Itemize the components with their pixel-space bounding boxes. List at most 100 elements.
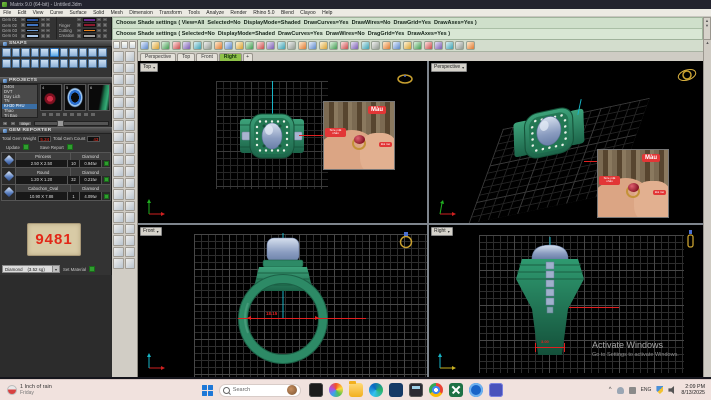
excel-icon[interactable] <box>449 383 463 397</box>
snap-button[interactable] <box>31 59 40 68</box>
menu-solid[interactable]: Solid <box>90 10 108 16</box>
palette-button[interactable] <box>103 18 107 22</box>
palette-row[interactable]: Creation <box>57 33 113 38</box>
update-check-icon[interactable] <box>23 144 29 150</box>
palette-button[interactable] <box>97 29 101 33</box>
toolbar-icon[interactable] <box>161 41 170 50</box>
palette-button[interactable] <box>103 23 107 27</box>
tool-icon[interactable] <box>113 109 124 120</box>
color-swatch[interactable] <box>26 29 39 33</box>
toolbar-icon[interactable] <box>193 41 202 50</box>
map-button[interactable]: Map <box>18 121 32 126</box>
palette-button[interactable] <box>46 29 50 33</box>
menu-rhino[interactable]: Rhino 5.0 <box>250 10 278 16</box>
menu-view[interactable]: View <box>29 10 46 16</box>
tool-icon[interactable] <box>125 51 136 62</box>
thumb-add-button[interactable] <box>62 112 68 117</box>
project-thumbnail[interactable]: 6 <box>88 84 110 111</box>
snap-button[interactable] <box>60 59 69 68</box>
toolbar-icon[interactable] <box>403 41 412 50</box>
snap-button[interactable] <box>69 59 78 68</box>
tool-icon[interactable] <box>113 235 124 246</box>
toolbar-icon[interactable] <box>245 41 254 50</box>
viewport-perspective[interactable]: Màu Size mặt nhẫn Đá mè Perspective▾ <box>429 61 703 223</box>
snap-button[interactable] <box>40 48 49 57</box>
toolbar-icon[interactable] <box>392 41 401 50</box>
command-area[interactable]: Choose Shade settings ( View=All Selecte… <box>112 17 703 40</box>
tool-icon[interactable] <box>125 166 136 177</box>
calculator-icon[interactable] <box>409 383 423 397</box>
clock[interactable]: 2:09 PM 8/13/2025 <box>681 384 705 396</box>
palette-button[interactable] <box>97 34 101 38</box>
palette-button[interactable] <box>46 18 50 22</box>
color-swatch[interactable] <box>83 29 96 33</box>
snap-button[interactable] <box>88 48 97 57</box>
tool-icon[interactable] <box>125 212 136 223</box>
palette-button[interactable] <box>46 23 50 27</box>
set-material-button[interactable]: Set Material <box>63 267 86 272</box>
palette-button[interactable] <box>103 34 107 38</box>
toolbar-icon[interactable] <box>455 41 464 50</box>
copilot-icon[interactable] <box>329 383 343 397</box>
toolbar-icon[interactable] <box>235 41 244 50</box>
toolbar-icon[interactable] <box>466 41 475 50</box>
toolbar-icon[interactable] <box>287 41 296 50</box>
thumb-open-button[interactable] <box>69 112 75 117</box>
toolbar-icon[interactable] <box>445 41 454 50</box>
tool-icon[interactable] <box>113 155 124 166</box>
viewport-label-front[interactable]: Front▾ <box>140 227 162 236</box>
viewport-front[interactable]: 18.15 Front▾ <box>138 225 427 377</box>
taskbar-app-icon[interactable] <box>389 383 403 397</box>
slider-handle[interactable] <box>57 120 64 127</box>
ring-view-icon[interactable] <box>685 229 697 249</box>
palette-button[interactable] <box>41 23 45 27</box>
toolbar-icon[interactable] <box>434 41 443 50</box>
color-swatch[interactable] <box>83 34 96 38</box>
toolbar-icon[interactable] <box>266 41 275 50</box>
security-shield-icon[interactable] <box>656 386 663 394</box>
palette-button[interactable] <box>77 23 81 27</box>
tool-icon[interactable] <box>113 74 124 85</box>
menu-tools[interactable]: Tools <box>185 10 203 16</box>
viewport-label-top[interactable]: Top▾ <box>140 63 158 72</box>
tool-icon[interactable] <box>113 247 124 258</box>
tab-front[interactable]: Front <box>196 53 218 62</box>
snap-button[interactable] <box>50 48 59 57</box>
menu-dimension[interactable]: Dimension <box>126 10 156 16</box>
tool-icon[interactable] <box>113 189 124 200</box>
thumb-delete-button[interactable] <box>55 112 61 117</box>
palette-button[interactable] <box>103 29 107 33</box>
update-button[interactable]: Update <box>6 145 20 150</box>
tool-icon[interactable] <box>125 247 136 258</box>
tool-icon[interactable] <box>125 235 136 246</box>
weather-widget[interactable]: 1 Inch of rain Friday <box>7 384 52 396</box>
menu-render[interactable]: Render <box>227 10 250 16</box>
menu-transform[interactable]: Transform <box>156 10 185 16</box>
tool-icon[interactable] <box>113 120 124 131</box>
toolbar-icon[interactable] <box>140 41 149 50</box>
tool-icon[interactable] <box>125 178 136 189</box>
snap-button[interactable] <box>69 48 78 57</box>
menu-help[interactable]: Help <box>319 10 336 16</box>
toolbar-icon[interactable] <box>382 41 391 50</box>
gem-table-row[interactable]: Cabochon_OvalDiamond 10.90 X 7.8814.09tw <box>1 185 111 201</box>
tool-icon[interactable] <box>125 224 136 235</box>
material-select[interactable]: Diamond (3.52 sg) ▾ <box>2 265 60 273</box>
tab-top[interactable]: Top <box>177 53 195 62</box>
tab-right[interactable]: Right <box>219 53 242 62</box>
file-explorer-icon[interactable] <box>349 383 363 397</box>
toolbar-icon[interactable] <box>361 41 370 50</box>
toolbar-icon[interactable] <box>371 41 380 50</box>
thumb-add-button[interactable] <box>83 112 89 117</box>
snap-button[interactable] <box>31 48 40 57</box>
palette-button[interactable] <box>97 23 101 27</box>
command-prompt[interactable]: Choose Shade settings ( Selected=No Disp… <box>113 28 702 39</box>
tool-icon[interactable] <box>113 166 124 177</box>
toolbar-icon[interactable] <box>424 41 433 50</box>
palette-button[interactable] <box>21 23 25 27</box>
search-box[interactable]: Search <box>219 384 301 397</box>
viewport-right[interactable]: 3.00 Activate Windows Go to Settings to … <box>429 225 703 377</box>
snap-button[interactable] <box>79 59 88 68</box>
tool-icon[interactable] <box>125 109 136 120</box>
right-scroll-strip[interactable]: ▲ <box>703 40 711 377</box>
